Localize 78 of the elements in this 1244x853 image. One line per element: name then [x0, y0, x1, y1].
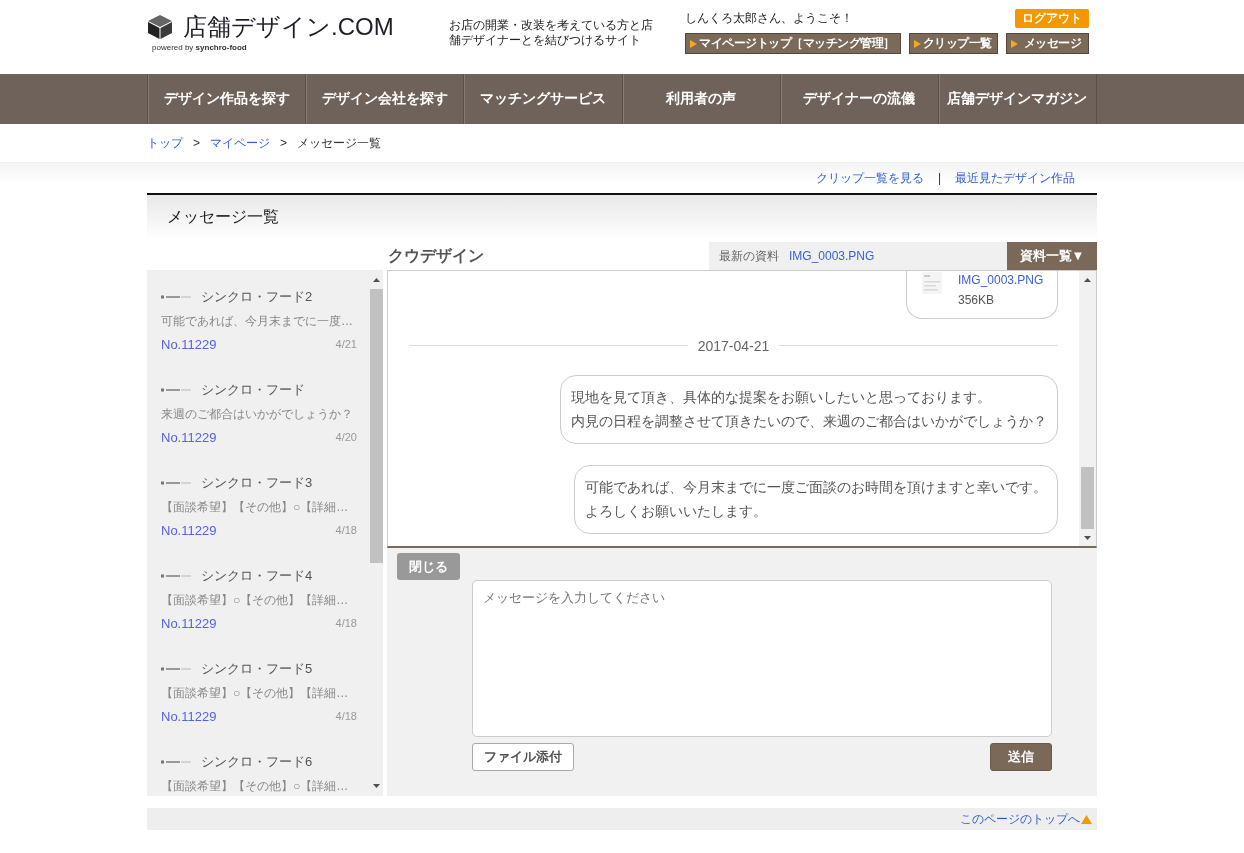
breadcrumb-link[interactable]: マイページ [210, 134, 270, 152]
thread-number-link[interactable]: No.11229 [161, 522, 217, 538]
thread-date: 4/18 [335, 710, 357, 722]
site-tagline: お店の開業・改装を考えている方と店舗デザイナーとを結びつけるサイト [449, 18, 654, 48]
breadcrumb-current: メッセージ一覧 [297, 134, 382, 152]
header-menu-button[interactable]: クリップ一覧 [908, 33, 998, 54]
nav-item[interactable]: デザイン会社を探す [306, 74, 465, 124]
scrollbar-thumb[interactable] [370, 289, 383, 563]
thread-preview[interactable]: 【面談希望】【その他】○【詳細… [161, 498, 357, 517]
file-list-button[interactable]: 資料一覧▼ [1007, 242, 1097, 270]
thread-name[interactable]: シンクロ・フード6 [201, 753, 313, 771]
logo-thumbnail-icon [161, 667, 191, 671]
thread-name[interactable]: シンクロ・フード3 [201, 474, 313, 492]
latest-file-label: 最新の資料 [719, 247, 779, 265]
thread-number-link[interactable]: No.11229 [161, 708, 217, 724]
logo-thumbnail-icon [161, 760, 191, 764]
message-input[interactable]: メッセージを入力してください [472, 580, 1052, 737]
thread-name[interactable]: シンクロ・フード4 [201, 567, 313, 585]
scrollbar-track[interactable] [1079, 271, 1096, 546]
thread-preview[interactable]: 【面談希望】○【その他】【詳細… [161, 684, 357, 703]
up-arrow-icon[interactable] [373, 277, 380, 282]
message-line: よろしくお願いいたします。 [585, 502, 768, 521]
date-label: 2017-04-21 [696, 337, 771, 354]
breadcrumb-separator: > [193, 136, 200, 150]
logo-thumbnail-icon [161, 295, 191, 299]
nav-item[interactable]: 利用者の声 [622, 74, 781, 124]
nav-item[interactable]: 店舗デザインマガジン [938, 74, 1098, 124]
thread-name[interactable]: シンクロ・フード5 [201, 660, 313, 678]
send-button[interactable]: 送信 [990, 743, 1052, 771]
thread-name[interactable]: シンクロ・フード2 [201, 288, 313, 306]
scrollbar-thumb[interactable] [1081, 467, 1094, 529]
close-button[interactable]: 閉じる [397, 553, 460, 580]
right-triangle-icon [1010, 39, 1018, 48]
thread-date: 4/18 [335, 524, 357, 536]
link-separator: | [937, 171, 941, 185]
breadcrumb-separator: > [280, 136, 288, 150]
thread-number-link[interactable]: No.11229 [161, 429, 217, 445]
up-triangle-icon [1081, 814, 1092, 824]
nav-item[interactable]: マッチングサービス [464, 74, 623, 124]
right-triangle-icon [913, 39, 921, 48]
breadcrumb-link[interactable]: トップ [147, 134, 183, 152]
powered-by-text: powered by synchro-food [152, 43, 248, 52]
greeting-text: しんくろ太郎さん、ようこそ！ [685, 10, 853, 27]
site-logo-text[interactable]: 店舗デザイン.COM [183, 13, 394, 41]
partner-name: クウデザイン [387, 245, 485, 266]
message-line: 可能であれば、今月末までに一度ご面談のお時間を頂けますと幸いです。 [585, 478, 1047, 497]
nav-item[interactable]: デザイナーの流儀 [780, 74, 939, 124]
thread-preview[interactable]: 【面談希望】【その他】○【詳細… [161, 777, 357, 796]
thread-number-link[interactable]: No.11229 [161, 615, 217, 631]
right-triangle-icon [690, 39, 697, 48]
file-link[interactable]: IMG_0003.PNG [958, 272, 1044, 288]
thread-name[interactable]: シンクロ・フード [201, 381, 305, 399]
cube-icon [147, 14, 173, 40]
down-arrow-icon[interactable] [373, 784, 380, 788]
header-menu-button[interactable]: メッセージ [1005, 33, 1089, 54]
logo-thumbnail-icon [161, 481, 191, 485]
down-arrow-icon[interactable] [1084, 535, 1091, 540]
latest-file-link[interactable]: IMG_0003.PNG [789, 249, 875, 263]
text-link[interactable]: 最近見たデザイン作品 [955, 169, 1075, 187]
logo-thumbnail-icon [161, 388, 191, 392]
thread-date: 4/18 [335, 617, 357, 629]
header-menu-button[interactable]: マイページトップ［マッチング管理］ [685, 33, 901, 54]
thread-preview[interactable]: 【面談希望】○【その他】【詳細… [161, 591, 357, 610]
thread-date: 4/21 [335, 338, 357, 350]
attach-file-button[interactable]: ファイル添付 [472, 743, 574, 771]
message-line: 現地を見て頂き、具体的な提案をお願いしたいと思っております。 [571, 388, 992, 407]
message-line: 内見の日程を調整させて頂きたいので、来週のご都合はいかがでしょうか？ [571, 412, 1047, 431]
file-size: 356KB [958, 292, 996, 308]
logo-thumbnail-icon [161, 574, 191, 578]
thread-preview[interactable]: 可能であれば、今月末までに一度… [161, 312, 357, 331]
thread-date: 4/20 [335, 431, 357, 443]
thread-number-link[interactable]: No.11229 [161, 336, 217, 352]
text-link[interactable]: クリップ一覧を見る [815, 169, 924, 187]
nav-item[interactable]: デザイン作品を探す [148, 74, 307, 124]
up-arrow-icon[interactable] [1084, 277, 1091, 282]
thread-preview[interactable]: 来週のご都合はいかがでしょうか？ [161, 405, 357, 424]
file-thumbnail-icon[interactable] [922, 272, 942, 294]
back-to-top-link[interactable]: このページのトップへ [960, 810, 1092, 828]
